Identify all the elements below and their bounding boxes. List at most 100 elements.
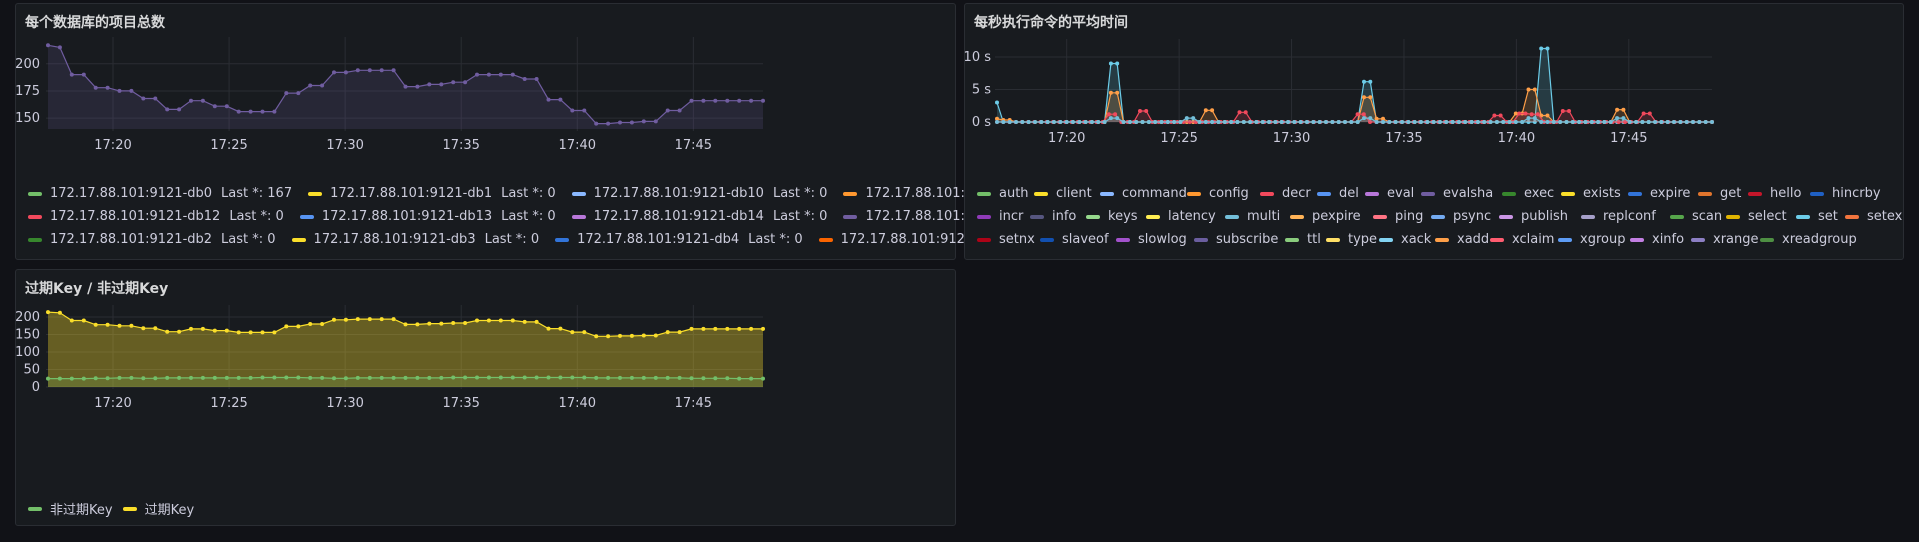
data-point xyxy=(689,98,694,103)
legend-series-name: exec xyxy=(1524,186,1555,201)
legend-item[interactable]: type xyxy=(1326,232,1379,247)
legend-item[interactable]: pexpire xyxy=(1290,209,1373,224)
data-point xyxy=(1108,116,1113,121)
legend-item[interactable]: scan xyxy=(1670,209,1726,224)
data-point xyxy=(510,72,515,77)
data-point xyxy=(403,322,408,327)
data-point xyxy=(665,108,670,113)
legend-color-swatch xyxy=(1040,237,1054,242)
data-point xyxy=(570,330,575,335)
legend-item[interactable]: decr xyxy=(1260,186,1317,201)
legend-item[interactable]: 172.17.88.101:9121-db2 Last *: 0 xyxy=(28,232,276,247)
legend-series-name: publish xyxy=(1521,209,1568,224)
data-point xyxy=(594,375,599,380)
legend-series-name: 172.17.88.101:9121-db0 xyxy=(50,186,213,201)
legend-item[interactable]: xgroup xyxy=(1558,232,1630,247)
data-point xyxy=(486,375,491,380)
legend-item[interactable]: evalsha xyxy=(1421,186,1502,201)
legend-item[interactable]: setex xyxy=(1845,209,1907,224)
legend-item[interactable]: keys xyxy=(1086,209,1146,224)
y-tick-label: 100 xyxy=(15,345,40,360)
legend-item[interactable]: subscribe xyxy=(1194,232,1285,247)
legend-item[interactable]: command xyxy=(1100,186,1187,201)
legend-item[interactable]: xrange xyxy=(1691,232,1760,247)
legend-item[interactable]: 172.17.88.101:9121-db13 Last *: 0 xyxy=(299,209,556,224)
legend-item[interactable]: slaveof xyxy=(1040,232,1116,247)
data-point xyxy=(165,107,170,112)
legend-item[interactable]: config xyxy=(1187,186,1260,201)
legend-item[interactable]: 172.17.88.101:9121-db0 Last *: 167 xyxy=(28,186,292,201)
legend-item[interactable]: set xyxy=(1796,209,1845,224)
data-point xyxy=(403,375,408,380)
legend-item[interactable]: ttl xyxy=(1285,232,1326,247)
legend-item[interactable]: 172.17.88.101:9121-db10 Last *: 0 xyxy=(571,186,827,201)
data-point xyxy=(1615,107,1620,112)
legend-item[interactable]: exec xyxy=(1502,186,1561,201)
legend-item[interactable]: client xyxy=(1034,186,1100,201)
series-line-xadd xyxy=(996,88,1712,123)
legend-item[interactable]: xack xyxy=(1379,232,1435,247)
legend-item[interactable]: 172.17.88.101:9121-db4 Last *: 0 xyxy=(555,232,803,247)
legend-item[interactable]: 172.17.88.101:9121-db14 Last *: 0 xyxy=(571,209,827,224)
legend-item[interactable]: incr xyxy=(977,209,1030,224)
legend-item[interactable]: del xyxy=(1317,186,1365,201)
legend-item[interactable]: auth xyxy=(977,186,1034,201)
data-point xyxy=(629,333,634,338)
legend-item[interactable]: publish xyxy=(1499,209,1581,224)
data-point xyxy=(1653,120,1658,124)
legend-item[interactable]: 172.17.88.101:9121-db1 Last *: 0 xyxy=(308,186,556,201)
legend-item[interactable]: replconf xyxy=(1581,209,1670,224)
legend-item[interactable]: setnx xyxy=(977,232,1040,247)
data-point xyxy=(296,91,301,96)
legend-color-swatch xyxy=(1796,214,1810,219)
legend-item[interactable]: xadd xyxy=(1435,232,1490,247)
legend-item[interactable]: 172.17.88.101:9121-db3 Last *: 0 xyxy=(291,232,540,247)
data-point xyxy=(57,45,62,50)
legend-series-name: xadd xyxy=(1457,232,1490,247)
legend-item[interactable]: hincrby xyxy=(1810,186,1892,201)
data-point xyxy=(1203,120,1208,124)
legend-series-name: del xyxy=(1339,186,1359,201)
data-point xyxy=(1235,120,1240,124)
data-point xyxy=(177,107,182,112)
legend-item[interactable]: eval xyxy=(1365,186,1421,201)
data-point xyxy=(1292,120,1297,124)
legend-item[interactable]: slowlog xyxy=(1116,232,1194,247)
data-point xyxy=(1513,111,1518,116)
legend-item[interactable]: 非过期Key xyxy=(28,499,113,518)
data-point xyxy=(1279,120,1284,124)
legend-item[interactable]: psync xyxy=(1431,209,1499,224)
data-point xyxy=(93,85,98,90)
legend-last-value: Last *: 0 xyxy=(484,232,540,247)
legend-last-value: Last *: 0 xyxy=(748,232,803,247)
legend-item[interactable]: multi xyxy=(1225,209,1290,224)
legend-item[interactable]: expire xyxy=(1628,186,1698,201)
legend-item[interactable]: info xyxy=(1030,209,1086,224)
legend-item[interactable]: xreadgroup xyxy=(1760,232,1860,247)
legend-item[interactable]: hello xyxy=(1748,186,1810,201)
legend-series-name: psync xyxy=(1453,209,1492,224)
legend-item[interactable]: get xyxy=(1698,186,1748,201)
legend-item[interactable]: 过期Key xyxy=(122,499,194,518)
data-point xyxy=(1172,120,1177,124)
data-point xyxy=(439,82,444,87)
legend-item[interactable]: 172.17.88.101:9121-db12 Last *: 0 xyxy=(28,209,284,224)
data-point xyxy=(1539,120,1544,124)
legend-color-swatch xyxy=(308,191,323,196)
data-point xyxy=(1106,112,1111,117)
legend-item[interactable]: latency xyxy=(1146,209,1225,224)
data-point xyxy=(1475,120,1480,124)
legend-item[interactable]: xclaim xyxy=(1490,232,1558,247)
legend-color-swatch xyxy=(1285,237,1299,242)
legend-series-name: keys xyxy=(1108,209,1138,224)
legend-item[interactable]: select xyxy=(1726,209,1796,224)
data-point xyxy=(1248,120,1253,124)
data-point xyxy=(534,319,539,324)
legend-item[interactable]: exists xyxy=(1561,186,1628,201)
y-tick-label: 200 xyxy=(15,57,40,72)
legend-item[interactable]: xinfo xyxy=(1630,232,1691,247)
legend-item[interactable]: ping xyxy=(1373,209,1431,224)
data-point xyxy=(93,322,98,327)
data-point xyxy=(749,98,754,103)
legend-row: auth client command config decr del eval evalsh… xyxy=(977,182,1907,205)
